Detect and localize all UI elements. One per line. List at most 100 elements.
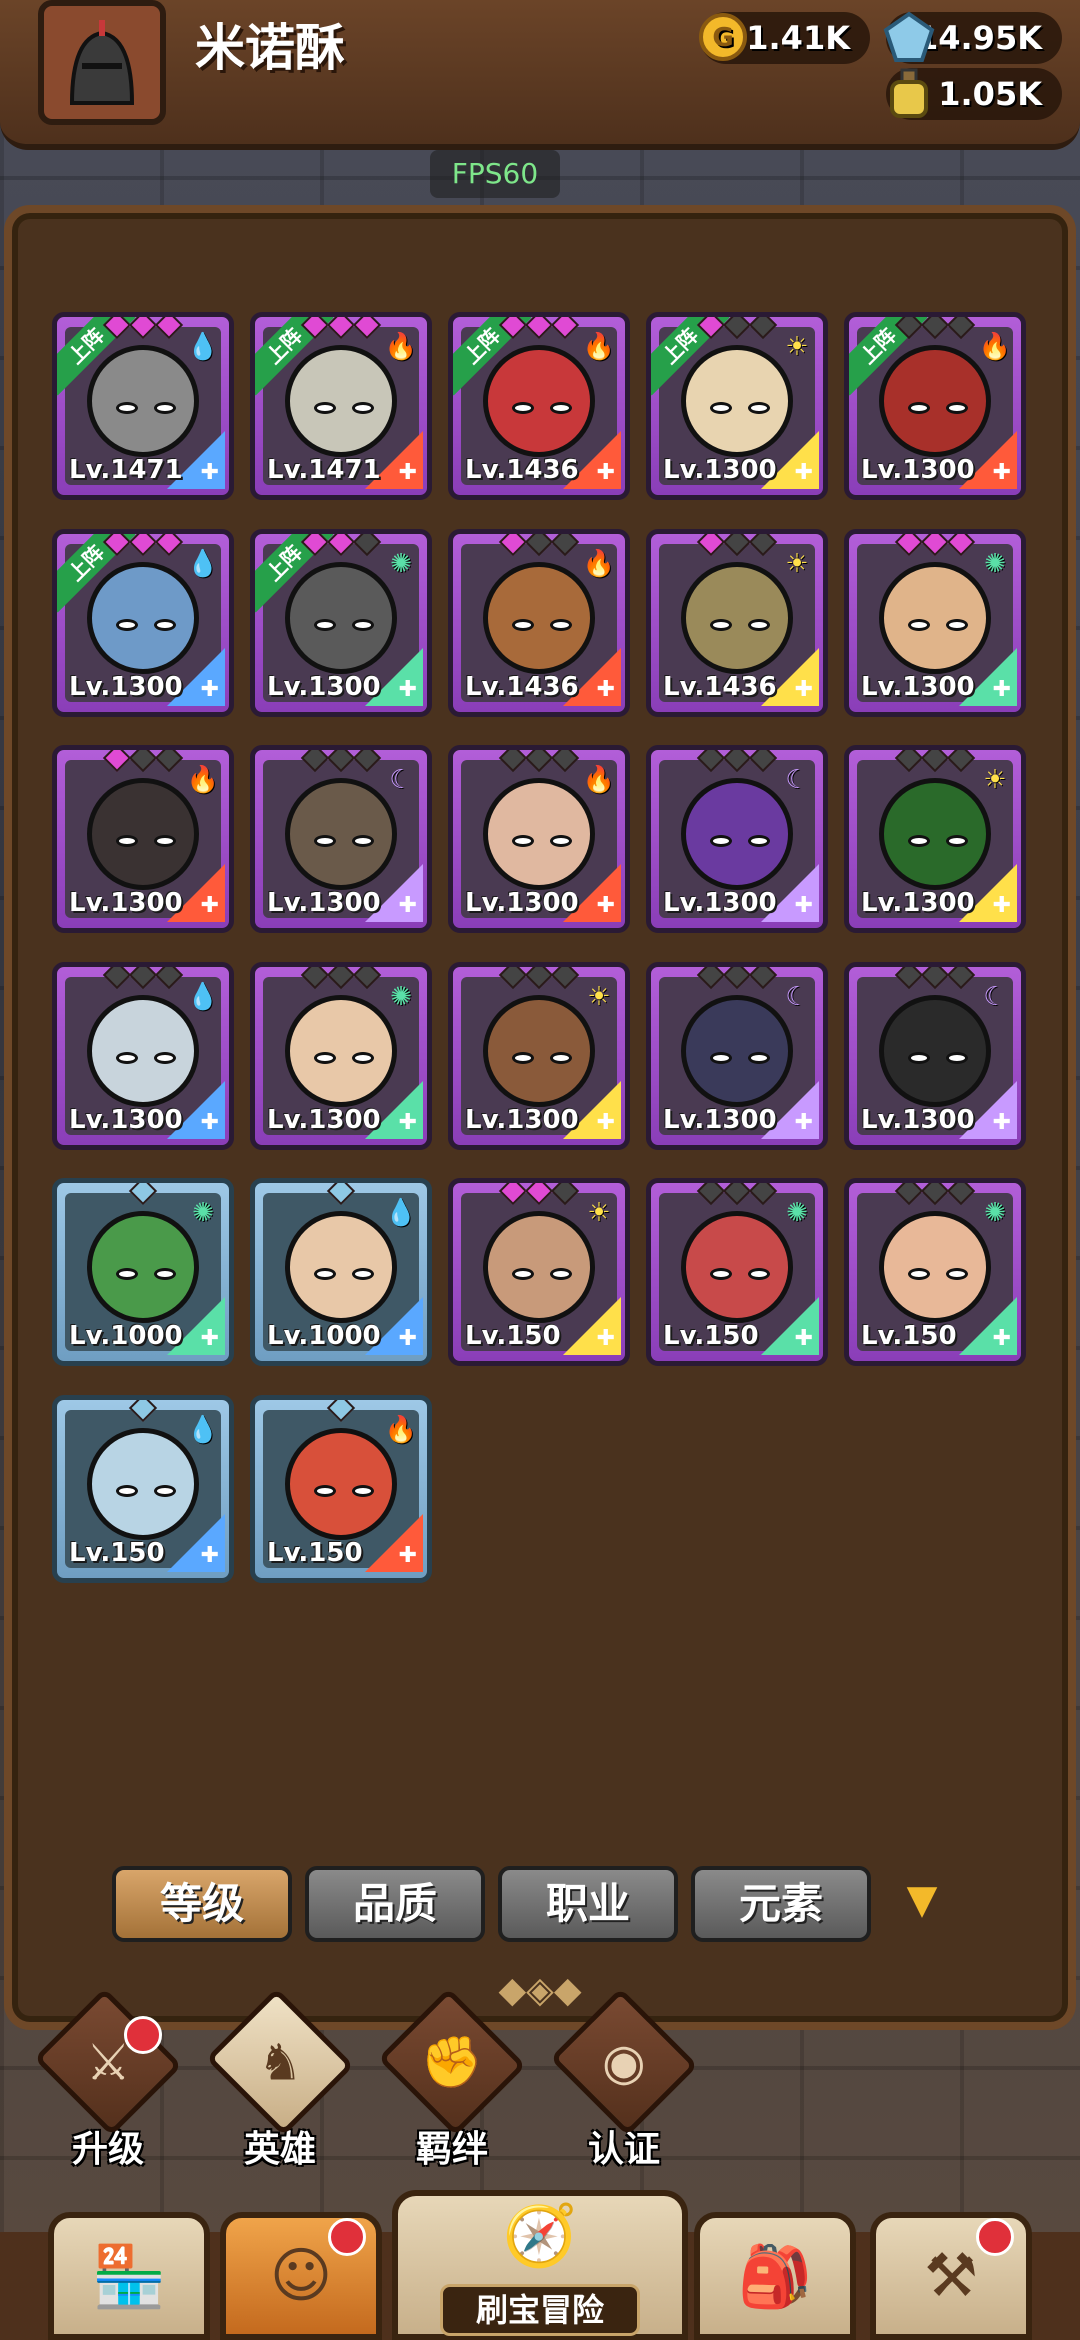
hero-card[interactable]: 💧 ✚ Lv.1300	[52, 962, 234, 1150]
nav-shop[interactable]: 🏪	[48, 2212, 210, 2340]
bond-button[interactable]: ✊ 羁绊	[377, 1987, 527, 2172]
hero-card[interactable]: ☾ ✚ Lv.1300	[646, 962, 828, 1150]
hero-card[interactable]: 💧 ✚ Lv.1000	[250, 1178, 432, 1366]
hero-portrait	[285, 995, 397, 1107]
player-name: 米诺酥	[195, 19, 345, 77]
star-rank	[651, 317, 823, 340]
rank-gem-icon	[154, 317, 184, 340]
hero-level: Lv.150	[861, 1321, 957, 1351]
rank-gem-icon	[722, 750, 752, 773]
rank-gem-icon	[894, 750, 924, 773]
star-rank	[453, 317, 625, 340]
nav-backpack[interactable]: 🎒	[694, 2212, 856, 2340]
hero-card[interactable]: 💧 ✚ Lv.1471 上阵	[52, 312, 234, 500]
hero-level: Lv.150	[465, 1321, 561, 1351]
star-rank	[255, 317, 427, 340]
rank-gem-icon	[524, 967, 554, 990]
certify-button[interactable]: ◉ 认证	[549, 1987, 699, 2172]
star-rank	[57, 1183, 229, 1206]
star-rank	[849, 1183, 1021, 1206]
hero-card[interactable]: ✺ ✚ Lv.1300	[844, 529, 1026, 717]
hero-card[interactable]: ✺ ✚ Lv.150	[844, 1178, 1026, 1366]
hero-portrait	[879, 562, 991, 674]
star-rank	[651, 750, 823, 773]
hero-card[interactable]: 🔥 ✚ Lv.1436	[448, 529, 630, 717]
sort-tab-quality[interactable]: 品质	[305, 1866, 485, 1942]
star-rank	[57, 534, 229, 557]
star-rank	[849, 317, 1021, 340]
star-rank	[57, 1400, 229, 1423]
star-rank	[255, 1400, 427, 1423]
hero-level: Lv.1300	[861, 1105, 975, 1135]
rank-gem-icon	[946, 750, 976, 773]
hero-card[interactable]: 💧 ✚ Lv.150	[52, 1395, 234, 1583]
hero-portrait	[879, 995, 991, 1107]
star-rank	[453, 534, 625, 557]
gem-counter[interactable]: 14.95K	[883, 11, 1062, 64]
hero-card[interactable]: 🔥 ✚ Lv.150	[250, 1395, 432, 1583]
hero-portrait	[285, 1211, 397, 1323]
hero-level: Lv.1000	[267, 1321, 381, 1351]
hero-card[interactable]: ✺ ✚ Lv.150	[646, 1178, 828, 1366]
heroes-button[interactable]: ♞ 英雄	[205, 1987, 355, 2172]
hero-card[interactable]: ☀ ✚ Lv.1300 上阵	[646, 312, 828, 500]
potion-counter[interactable]: 1.05K	[886, 68, 1062, 120]
hero-portrait-icon: ☺	[269, 2241, 333, 2311]
sort-tab-level[interactable]: 等级	[112, 1866, 292, 1942]
hero-portrait	[483, 345, 595, 457]
rank-gem-icon	[550, 317, 580, 340]
rank-gem-icon	[326, 1183, 356, 1206]
rank-gem-icon	[352, 967, 382, 990]
hero-card[interactable]: ☾ ✚ Lv.1300	[250, 745, 432, 933]
player-avatar[interactable]	[38, 0, 166, 125]
hero-level: Lv.1300	[861, 455, 975, 485]
hero-portrait	[285, 1428, 397, 1540]
rank-gem-icon	[128, 1183, 158, 1206]
star-rank	[255, 534, 427, 557]
hero-level: Lv.1300	[69, 672, 183, 702]
rank-gem-icon	[300, 317, 330, 340]
fist-icon: ✊	[420, 2032, 484, 2091]
hero-card[interactable]: ☾ ✚ Lv.1300	[844, 962, 1026, 1150]
rank-gem-icon	[550, 967, 580, 990]
rank-gem-icon	[920, 534, 950, 557]
star-rank	[849, 967, 1021, 990]
hero-card[interactable]: 🔥 ✚ Lv.1300 上阵	[844, 312, 1026, 500]
sort-tab-element[interactable]: 元素	[691, 1866, 871, 1942]
gold-coin-icon: G	[694, 8, 752, 66]
rank-gem-icon	[154, 967, 184, 990]
rank-gem-icon	[524, 750, 554, 773]
hero-card[interactable]: ☀ ✚ Lv.1436	[646, 529, 828, 717]
sort-dropdown-icon[interactable]: ▼	[892, 1880, 952, 1920]
hero-card[interactable]: ☾ ✚ Lv.1300	[646, 745, 828, 933]
star-rank	[255, 1183, 427, 1206]
rank-gem-icon	[128, 967, 158, 990]
hero-card[interactable]: ✺ ✚ Lv.1300	[250, 962, 432, 1150]
gold-counter[interactable]: G 491.41K	[699, 12, 870, 64]
hero-card[interactable]: ✺ ✚ Lv.1300 上阵	[250, 529, 432, 717]
star-rank	[849, 534, 1021, 557]
hero-card[interactable]: 🔥 ✚ Lv.1300	[448, 745, 630, 933]
upgrade-notification-dot	[124, 2016, 162, 2054]
hero-card[interactable]: 💧 ✚ Lv.1300 上阵	[52, 529, 234, 717]
rank-gem-icon	[498, 534, 528, 557]
hero-level: Lv.1300	[663, 888, 777, 918]
hero-card[interactable]: 🔥 ✚ Lv.1436 上阵	[448, 312, 630, 500]
hero-card[interactable]: ☀ ✚ Lv.150	[448, 1178, 630, 1366]
sort-tab-class[interactable]: 职业	[498, 1866, 678, 1942]
hero-level: Lv.1436	[663, 672, 777, 702]
rank-gem-icon	[894, 1183, 924, 1206]
hero-card[interactable]: ☀ ✚ Lv.1300	[448, 962, 630, 1150]
potion-value: 1.05K	[938, 75, 1042, 113]
star-rank	[57, 750, 229, 773]
knight-helmet-icon	[69, 19, 135, 105]
hero-portrait	[87, 1428, 199, 1540]
hero-level: Lv.1300	[69, 888, 183, 918]
hero-portrait	[285, 562, 397, 674]
hero-level: Lv.150	[69, 1538, 165, 1568]
hero-level: Lv.1436	[465, 672, 579, 702]
hero-card[interactable]: 🔥 ✚ Lv.1300	[52, 745, 234, 933]
hero-card[interactable]: ☀ ✚ Lv.1300	[844, 745, 1026, 933]
hero-card[interactable]: ✺ ✚ Lv.1000	[52, 1178, 234, 1366]
hero-card[interactable]: 🔥 ✚ Lv.1471 上阵	[250, 312, 432, 500]
